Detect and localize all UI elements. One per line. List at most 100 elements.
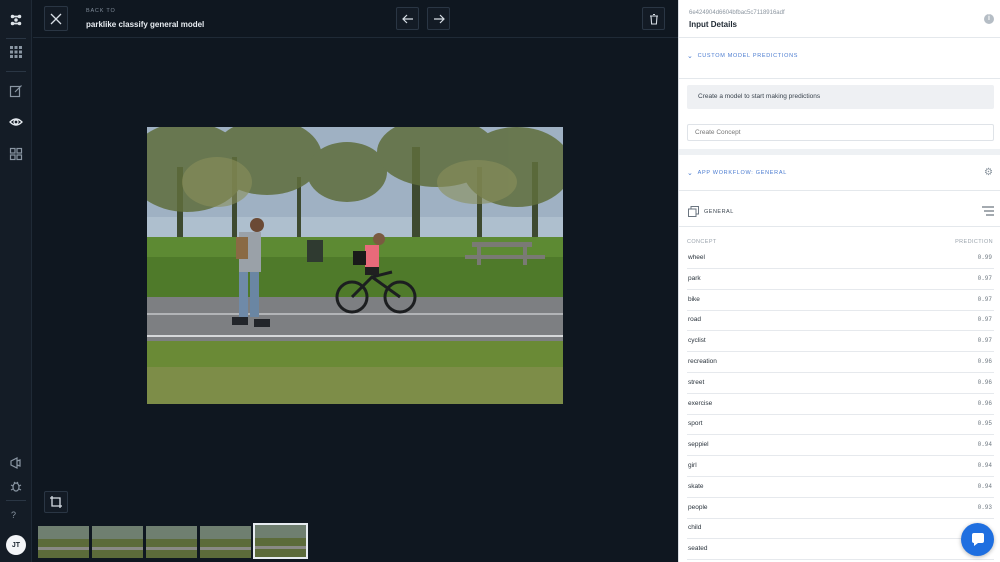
prediction-value: 0.97 bbox=[977, 316, 992, 324]
concept-name: seated bbox=[688, 545, 708, 553]
model-name-link[interactable]: parklike classify general model bbox=[86, 20, 204, 29]
concept-column-header: CONCEPT bbox=[687, 239, 717, 245]
prediction-value: 0.94 bbox=[977, 462, 992, 469]
prediction-row[interactable]: seppiel 0.94 bbox=[687, 435, 994, 457]
prediction-value: 0.97 bbox=[977, 274, 992, 282]
avatar[interactable]: JT bbox=[6, 535, 26, 555]
thumbnail[interactable] bbox=[200, 526, 251, 558]
panel-title: Input Details bbox=[689, 20, 738, 29]
input-details-panel: 6e424904d6604bfbac5c7118916adf Input Det… bbox=[678, 0, 1000, 562]
prediction-row[interactable]: recreation 0.96 bbox=[687, 352, 994, 373]
prediction-row[interactable]: exercise 0.96 bbox=[687, 394, 994, 415]
prediction-value: 0.96 bbox=[977, 399, 992, 407]
clarifai-logo-icon[interactable] bbox=[8, 12, 24, 28]
concept-name: road bbox=[688, 316, 702, 324]
concept-name: sport bbox=[688, 420, 703, 428]
concept-name: bike bbox=[688, 295, 700, 303]
prediction-row[interactable]: seated bbox=[687, 539, 994, 561]
prediction-value: 0.96 bbox=[977, 378, 992, 386]
prediction-row[interactable]: street 0.96 bbox=[687, 373, 994, 394]
prediction-row[interactable]: wheel 0.99 bbox=[687, 248, 994, 269]
info-icon[interactable]: i bbox=[984, 14, 994, 24]
thumbnail[interactable] bbox=[38, 526, 89, 558]
megaphone-icon[interactable] bbox=[8, 455, 24, 471]
delete-button[interactable] bbox=[642, 7, 665, 30]
crop-icon bbox=[50, 496, 62, 508]
prediction-value: 0.97 bbox=[977, 295, 992, 303]
concept-name: seppiel bbox=[688, 441, 709, 449]
help-icon[interactable]: ? bbox=[11, 510, 16, 520]
create-model-notice: Create a model to start making predictio… bbox=[687, 85, 994, 109]
arrow-right-icon bbox=[433, 14, 445, 23]
prediction-value: 0.94 bbox=[977, 482, 992, 490]
prediction-value: 0.94 bbox=[977, 441, 992, 449]
crop-button[interactable] bbox=[44, 491, 68, 513]
prediction-column-header: PREDICTION bbox=[955, 239, 993, 245]
trash-icon bbox=[649, 13, 658, 25]
prediction-row[interactable]: cyclist 0.97 bbox=[687, 331, 994, 353]
viewer-toolbar bbox=[33, 0, 678, 38]
prediction-value: 0.96 bbox=[977, 358, 992, 365]
thumbnail[interactable] bbox=[92, 526, 143, 558]
concept-name: skate bbox=[688, 482, 704, 490]
thumbnail-selected[interactable] bbox=[253, 523, 308, 559]
custom-predictions-toggle[interactable]: ⌄ CUSTOM MODEL PREDICTIONS bbox=[687, 52, 798, 60]
thumbnail[interactable] bbox=[146, 526, 197, 558]
prediction-row[interactable]: people 0.93 bbox=[687, 498, 994, 519]
concept-name: exercise bbox=[688, 399, 713, 407]
chat-bubble-icon bbox=[971, 532, 984, 546]
gear-icon[interactable]: ⚙ bbox=[984, 167, 993, 178]
eye-icon[interactable] bbox=[8, 114, 24, 130]
prediction-row[interactable]: child bbox=[687, 518, 994, 540]
prediction-value: 0.95 bbox=[977, 420, 992, 428]
concept-name: park bbox=[688, 274, 701, 282]
edit-icon[interactable] bbox=[8, 83, 24, 99]
section-title: APP WORKFLOW: GENERAL bbox=[697, 170, 787, 176]
left-rail: ? JT bbox=[0, 0, 32, 562]
prediction-row[interactable]: road 0.97 bbox=[687, 310, 994, 332]
section-title: CUSTOM MODEL PREDICTIONS bbox=[697, 53, 799, 59]
concept-name: child bbox=[688, 524, 702, 532]
concept-name: wheel bbox=[688, 254, 705, 261]
chevron-down-icon: ⌄ bbox=[687, 53, 694, 60]
create-concept-input[interactable] bbox=[687, 124, 994, 141]
next-button[interactable] bbox=[427, 7, 450, 30]
divider bbox=[679, 190, 1000, 191]
close-icon bbox=[50, 13, 62, 24]
concept-name: cyclist bbox=[688, 337, 706, 345]
prediction-value: 0.93 bbox=[977, 503, 992, 511]
model-name: GENERAL bbox=[704, 209, 734, 215]
prediction-row[interactable]: girl 0.94 bbox=[687, 456, 994, 477]
input-image bbox=[147, 127, 563, 404]
sort-icon[interactable] bbox=[982, 206, 994, 216]
rail-divider bbox=[6, 71, 26, 72]
rail-divider bbox=[6, 500, 26, 501]
prediction-row[interactable]: bike 0.97 bbox=[687, 290, 994, 311]
concept-name: recreation bbox=[688, 358, 717, 365]
prediction-value: 0.97 bbox=[977, 337, 992, 345]
input-id: 6e424904d6604bfbac5c7118916adf bbox=[689, 10, 785, 16]
prediction-row[interactable]: sport 0.95 bbox=[687, 414, 994, 436]
section-separator bbox=[679, 149, 1000, 155]
concept-name: street bbox=[688, 378, 705, 386]
workflow-toggle[interactable]: ⌄ APP WORKFLOW: GENERAL bbox=[687, 169, 787, 177]
divider bbox=[679, 226, 1000, 227]
bug-icon[interactable] bbox=[8, 478, 24, 494]
concept-name: people bbox=[688, 503, 708, 511]
rail-divider bbox=[6, 38, 26, 39]
model-copy-icon bbox=[688, 206, 699, 217]
prediction-value: 0.99 bbox=[977, 254, 992, 261]
arrow-left-icon bbox=[401, 14, 413, 23]
chevron-down-icon: ⌄ bbox=[687, 170, 694, 177]
apps-grid-icon[interactable] bbox=[8, 44, 24, 60]
prediction-row[interactable]: skate 0.94 bbox=[687, 477, 994, 498]
previous-button[interactable] bbox=[396, 7, 419, 30]
divider bbox=[679, 78, 1000, 79]
close-button[interactable] bbox=[44, 6, 68, 31]
back-to-label[interactable]: BACK TO bbox=[86, 8, 116, 14]
divider bbox=[679, 37, 1000, 38]
prediction-row[interactable]: park 0.97 bbox=[687, 269, 994, 290]
explorer-grid-icon[interactable] bbox=[8, 146, 24, 162]
concept-name: girl bbox=[688, 462, 697, 469]
chat-button[interactable] bbox=[961, 523, 994, 556]
